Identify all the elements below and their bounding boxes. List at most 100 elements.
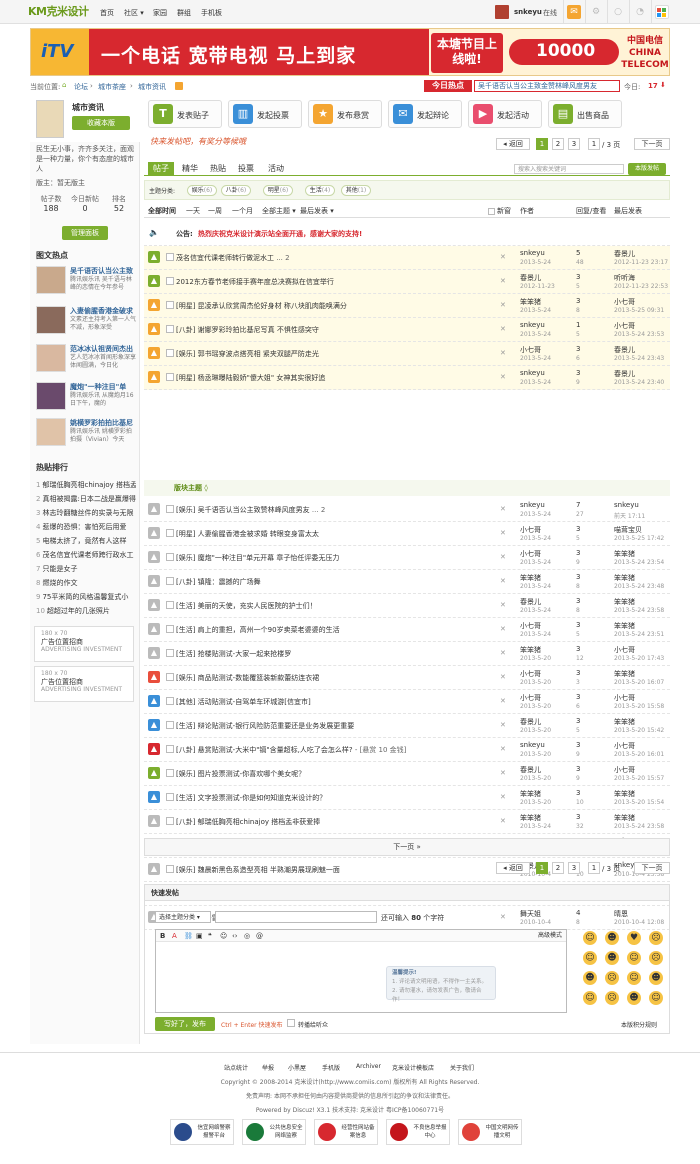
post-thread-button[interactable]: T 发表贴子 [148, 100, 222, 128]
emoji-icon[interactable]: ☻ [627, 991, 641, 1005]
page-1[interactable]: 1 [536, 862, 548, 874]
thread-checkbox[interactable] [166, 373, 174, 381]
thread-author[interactable]: 小七哥 [520, 669, 541, 679]
thread-title[interactable]: [娱乐] 郭书瑶穿波点搭亮相 紧夹双腿严防走光 [176, 350, 319, 358]
emoji-icon[interactable]: ☺ [583, 991, 597, 1005]
thread-checkbox[interactable] [166, 673, 174, 681]
back-button[interactable]: ◂ 返回 [496, 862, 530, 874]
broadcast-checkbox[interactable] [287, 1019, 295, 1027]
thread-author[interactable]: snkeyu [520, 321, 545, 329]
thread-author[interactable]: 小七哥 [520, 525, 541, 535]
emoji-icon[interactable]: ☻ [605, 951, 619, 965]
hot-item-title[interactable]: 魔炮"一种注目"单 [70, 382, 136, 392]
sell-goods-button[interactable]: ▤ 出售商品 [548, 100, 622, 128]
emoji-icon[interactable]: ☻ [583, 971, 597, 985]
thread-title-wrap[interactable]: [生活] 抢楼贴测试-大家一起来抢楼罗 [176, 649, 291, 659]
footer-link-about[interactable]: 关于我们 [450, 1063, 474, 1072]
thread-author[interactable]: 笨笨猪 [520, 813, 541, 823]
thread-author[interactable]: snkeyu [520, 501, 545, 509]
last-poster[interactable]: 笨笨猪 [614, 789, 635, 799]
badge-report-center[interactable]: 不良信息举报中心 [386, 1119, 450, 1145]
hot-item[interactable]: 姚横罗彩拍拍比基尼 腾讯娱乐讯 姚横罗彩拍拍摄（Vivian）今天 [36, 418, 136, 448]
thread-checkbox[interactable] [166, 721, 174, 729]
thread-title-wrap[interactable]: [八卦] 镇隆：震撼的广场舞 [176, 577, 261, 587]
close-icon[interactable]: ✕ [500, 673, 506, 681]
ad-slot[interactable]: 180 x 70 广告位置招商 ADVERTISING INVESTMENT [34, 626, 134, 662]
page-1[interactable]: 1 [536, 138, 548, 150]
back-button[interactable]: ◂ 返回 [496, 138, 530, 150]
thread-author[interactable]: snkeyu [520, 741, 545, 749]
last-poster[interactable]: 小七哥 [614, 741, 635, 751]
table-row[interactable]: ▲ [八卦] 谢娜罗彩玲拍比基尼写真 不惧性感突守 ✕ snkeyu 2013-5-24… [144, 318, 670, 342]
thread-author[interactable]: 春景儿 [520, 765, 541, 775]
category-other[interactable]: 其他(1) [341, 185, 371, 196]
thread-title-wrap[interactable]: [娱乐] 吴千语否认当公主致赞林峰风度男友 ... 2 [176, 505, 325, 515]
thread-author[interactable]: snkeyu [520, 369, 545, 377]
hot-item-title[interactable]: 范冰冰认祖贤间杰出 [70, 344, 136, 354]
thread-title[interactable]: [明星] 杨丞琳曝陆毅娇"傻大姐" 女神其实很好追 [176, 374, 325, 382]
ad-banner[interactable]: iTV 一个电话 宽带电视 马上到家 本塘节目上线啦! 10000 中国电信 C… [30, 28, 670, 76]
announcement-text[interactable]: 热烈庆祝克米设计演示站全面开通，感谢大家的支持! [198, 229, 362, 239]
bold-icon[interactable]: B [160, 930, 165, 942]
category-name[interactable]: 其他 [346, 187, 358, 194]
thread-author[interactable]: 小七哥 [520, 345, 541, 355]
hide-icon[interactable]: ◎ [244, 930, 250, 942]
close-icon[interactable]: ✕ [500, 349, 506, 357]
table-row[interactable]: ▲ [娱乐] 魔炮"一种注目"单元开幕 章子怡任评委无压力 ✕ 小七哥 2013-5-2… [144, 546, 670, 570]
last-poster[interactable]: 小七哥 [614, 765, 635, 775]
rank-item[interactable]: 2 真相被揭露:日本二战是赢爆得 [36, 494, 136, 504]
thumbnail[interactable] [36, 266, 66, 294]
credit-rules-link[interactable]: 本版积分规则 [621, 1020, 657, 1029]
ad-slot[interactable]: 180 x 70 广告位置招商 ADVERTISING INVESTMENT [34, 666, 134, 702]
thread-checkbox[interactable] [166, 325, 174, 333]
emoji-icon[interactable]: ☹ [649, 951, 663, 965]
category-entertainment[interactable]: 娱乐(6) [187, 185, 217, 196]
table-row[interactable]: ▲ [八卦] 悬赏贴测试-大米中"镉"含量超标,人吃了会怎么样? - [悬赏 10… [144, 738, 670, 762]
thread-title[interactable]: [明星] 昆凌承认欣赏周杰伦好身材 称八块肌肉能唤满分 [176, 302, 347, 310]
last-poster[interactable]: 小七哥 [614, 645, 635, 655]
hot-item-title[interactable]: 入妻偷腥香港金破求 [70, 306, 136, 316]
table-row[interactable]: ▲ [明星] 人妻偷腥香港金被求婚 转眼变身富太太 ✕ 小七哥 2013-5-24 3 5 喵… [144, 522, 670, 546]
last-poster[interactable]: 笨笨猪 [614, 717, 635, 727]
filter-last-post[interactable]: 最后发表 ▾ [300, 204, 334, 218]
category-name[interactable]: 生活 [310, 187, 322, 194]
thread-author[interactable]: 笨笨猪 [520, 573, 541, 583]
emoji-icon[interactable]: ☺ [583, 951, 597, 965]
close-icon[interactable]: ✕ [500, 553, 506, 561]
gear-icon[interactable]: ⚙ [589, 5, 603, 19]
rank-item[interactable]: 3 林志玲翻糖丝件的实录与无限 [36, 508, 136, 518]
table-row[interactable]: ▲ [娱乐] 图片投票测试-你喜欢哪个美女呢？ ✕ 春景儿 2013-5-20 3 9 小七哥… [144, 762, 670, 786]
close-icon[interactable]: ✕ [500, 697, 506, 705]
thread-title[interactable]: [八卦] 悬赏贴测试-大米中"镉"含量超标,人吃了会怎么样? [176, 746, 353, 754]
rank-item[interactable]: 7 只能是女子 [36, 564, 136, 574]
close-icon[interactable]: ✕ [500, 721, 506, 729]
rank-item-label[interactable]: 惹爆的恐惧：害怕死后用爱 [42, 523, 126, 531]
table-row[interactable]: ▲ 茂名信宜代课老师转行做泥水工 ... 2 ✕ snkeyu 2013-5-24 5 48… [144, 246, 670, 270]
thread-checkbox[interactable] [166, 553, 174, 561]
thread-title[interactable]: [八卦] 郁瑞低胸亮相chinajoy 搭档孟非获爱捧 [176, 818, 320, 826]
badge-registration[interactable]: 经营性网站备案信息 [314, 1119, 378, 1145]
at-icon[interactable]: @ [256, 930, 263, 942]
category-gossip[interactable]: 八卦(6) [221, 185, 251, 196]
filter-one-week[interactable]: 一周 [208, 204, 222, 218]
category-celebrity[interactable]: 明星(6) [263, 185, 293, 196]
page-input[interactable]: 1 [588, 862, 600, 874]
thread-title[interactable]: [娱乐] 图片投票测试-你喜欢哪个美女呢？ [176, 770, 305, 778]
rank-item-label[interactable]: 电梯太挤了，竟然有人这样 [42, 537, 126, 545]
thread-checkbox[interactable] [166, 817, 174, 825]
thread-checkbox[interactable] [166, 601, 174, 609]
emoji-icon[interactable]: ☻ [605, 931, 619, 945]
table-row[interactable]: ▲ [生活] 肩上的重担，高州一个90岁卖菜老婆婆的生活 ✕ 小七哥 2013-5-24… [144, 618, 670, 642]
new-post-button[interactable]: 本版发帖 [628, 163, 666, 175]
thread-checkbox[interactable] [166, 625, 174, 633]
last-poster[interactable]: 笨笨猪 [614, 549, 635, 559]
rank-item[interactable]: 8 燃烧的作文 [36, 578, 136, 588]
thread-extra[interactable]: ... 2 [310, 506, 325, 514]
close-icon[interactable]: ✕ [500, 505, 506, 513]
breadcrumb-city-news[interactable]: 城市资讯 [138, 82, 166, 92]
thread-checkbox[interactable] [166, 793, 174, 801]
close-icon[interactable]: ✕ [500, 601, 506, 609]
thread-author[interactable]: 笨笨猪 [520, 297, 541, 307]
rss-icon[interactable]: ◔ [633, 5, 647, 19]
thumbnail[interactable] [36, 344, 66, 372]
